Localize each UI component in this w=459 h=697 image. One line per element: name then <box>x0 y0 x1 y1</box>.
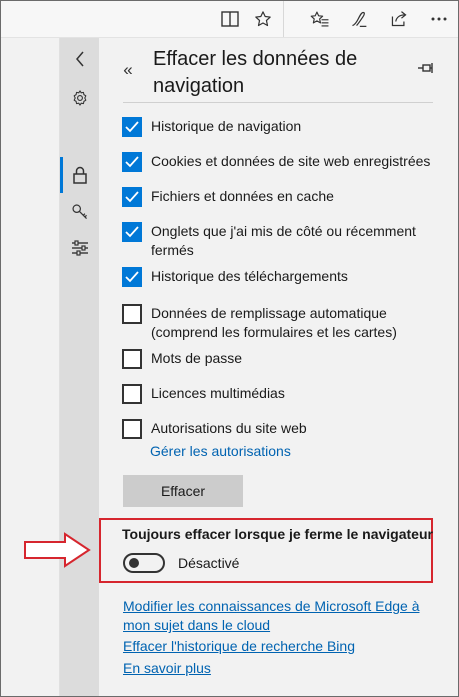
checkbox-row-cache[interactable]: Fichiers et données en cache <box>122 187 436 207</box>
always-clear-label: Toujours effacer lorsque je ferme le nav… <box>122 526 433 542</box>
manage-permissions-link[interactable]: Gérer les autorisations <box>150 442 291 461</box>
annotation-arrow-icon <box>24 532 91 568</box>
reading-view-icon[interactable] <box>219 8 241 30</box>
checkbox-label: Onglets que j'ai mis de côté ou récemmen… <box>151 223 416 258</box>
checkbox-checked[interactable] <box>122 187 142 207</box>
double-chevron-back-icon[interactable]: « <box>120 60 136 80</box>
sliders-icon[interactable] <box>60 231 99 265</box>
key-icon[interactable] <box>60 195 99 229</box>
checkbox-checked[interactable] <box>122 222 142 242</box>
checkbox-checked[interactable] <box>122 117 142 137</box>
checkbox-label: Historique des téléchargements <box>151 268 348 284</box>
clear-button[interactable]: Effacer <box>123 475 243 507</box>
checkbox-label: Licences multimédias <box>151 385 285 401</box>
browser-window: « Effacer les données de navigation Hist… <box>0 0 459 697</box>
checkbox-row-cookies[interactable]: Cookies et données de site web enregistr… <box>122 152 436 172</box>
checkbox-label: Données de remplissage automatique (comp… <box>151 305 397 340</box>
checkbox-label: Cookies et données de site web enregistr… <box>151 153 431 169</box>
share-icon[interactable] <box>388 8 410 30</box>
checkbox-checked[interactable] <box>122 267 142 287</box>
checkbox-unchecked[interactable] <box>122 384 142 404</box>
checkbox-label: Historique de navigation <box>151 118 302 134</box>
toolbar-separator <box>283 1 284 37</box>
web-note-pen-icon[interactable] <box>348 8 370 30</box>
favorites-hub-icon[interactable] <box>309 8 331 30</box>
settings-rail <box>60 38 99 696</box>
bing-history-link[interactable]: Effacer l'historique de recherche Bing <box>123 637 355 656</box>
title-divider <box>123 102 433 103</box>
always-clear-toggle[interactable] <box>123 553 165 573</box>
page-content-strip <box>1 38 60 696</box>
toggle-state-label: Désactivé <box>178 555 240 571</box>
toggle-knob <box>129 558 139 568</box>
more-dots-icon[interactable] <box>428 8 450 30</box>
checkbox-label: Fichiers et données en cache <box>151 188 334 204</box>
checkbox-row-site-permissions[interactable]: Autorisations du site web <box>122 419 436 439</box>
panel-title: Effacer les données de navigation <box>153 48 358 97</box>
checkbox-row-media-licenses[interactable]: Licences multimédias <box>122 384 436 404</box>
checkbox-row-autofill[interactable]: Données de remplissage automatique (comp… <box>122 304 436 342</box>
checkbox-label: Mots de passe <box>151 350 243 366</box>
checkbox-row-browsing-history[interactable]: Historique de navigation <box>122 117 436 137</box>
checkbox-row-tabs[interactable]: Onglets que j'ai mis de côté ou récemmen… <box>122 222 436 260</box>
edge-cloud-knowledge-link[interactable]: Modifier les connaissances de Microsoft … <box>123 597 423 635</box>
clear-browsing-data-panel: « Effacer les données de navigation Hist… <box>99 38 458 696</box>
gear-icon[interactable] <box>60 81 99 115</box>
browser-toolbar <box>1 1 458 38</box>
pin-icon[interactable] <box>416 58 436 78</box>
checkbox-row-download-history[interactable]: Historique des téléchargements <box>122 267 436 287</box>
learn-more-link[interactable]: En savoir plus <box>123 659 211 678</box>
favorite-star-icon[interactable] <box>252 8 274 30</box>
checkbox-label: Autorisations du site web <box>151 420 307 436</box>
checkbox-unchecked[interactable] <box>122 304 142 324</box>
checkbox-unchecked[interactable] <box>122 349 142 369</box>
lock-icon[interactable] <box>60 158 99 192</box>
checkbox-checked[interactable] <box>122 152 142 172</box>
checkbox-row-passwords[interactable]: Mots de passe <box>122 349 436 369</box>
checkbox-unchecked[interactable] <box>122 419 142 439</box>
back-chevron-icon[interactable] <box>60 42 99 76</box>
